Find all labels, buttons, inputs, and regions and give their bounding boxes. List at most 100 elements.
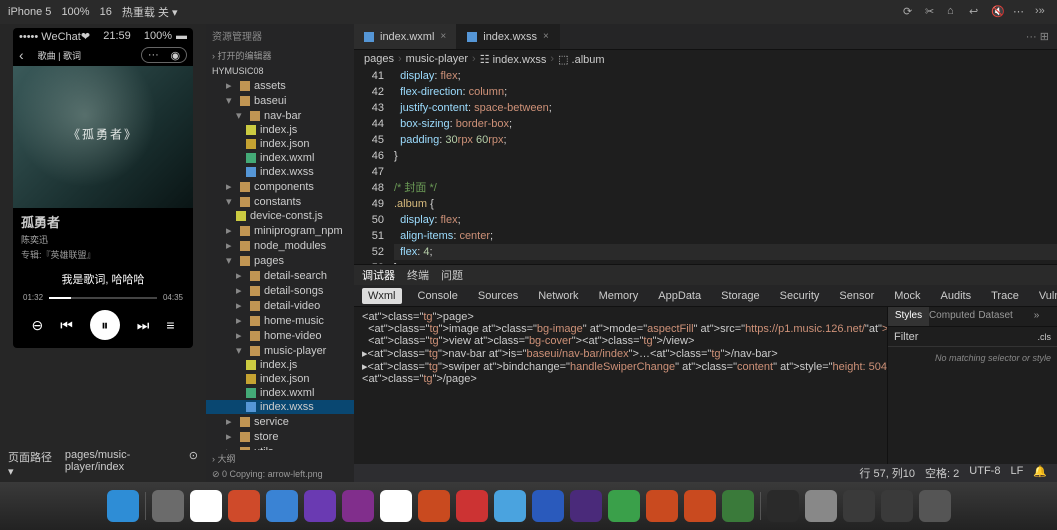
devtool-sub-tab[interactable]: 问题 bbox=[441, 267, 463, 283]
close-icon[interactable]: × bbox=[543, 31, 549, 42]
dock-app[interactable] bbox=[266, 490, 298, 522]
mute-icon[interactable]: 🔇 bbox=[991, 5, 1005, 19]
encoding-label[interactable]: UTF-8 bbox=[969, 465, 1000, 481]
dock-app[interactable] bbox=[767, 490, 799, 522]
next-icon[interactable]: ⏭ bbox=[137, 317, 150, 334]
tree-item[interactable]: ▾baseui bbox=[206, 93, 354, 108]
progress-bar[interactable]: 01:32 04:35 bbox=[13, 293, 193, 302]
devtool-tab[interactable]: Wxml bbox=[362, 288, 402, 304]
shuffle-icon[interactable]: ⊖ bbox=[31, 317, 43, 334]
devtool-tab[interactable]: Sources bbox=[474, 288, 522, 304]
breadcrumb[interactable]: pages›music-player›☷ index.wxss›⬚ .album bbox=[354, 50, 1057, 68]
tree-item[interactable]: index.wxml bbox=[206, 151, 354, 165]
tree-item[interactable]: index.wxml bbox=[206, 386, 354, 400]
editor-tab[interactable]: index.wxss× bbox=[457, 24, 560, 49]
tree-item[interactable]: ▸detail-video bbox=[206, 298, 354, 313]
eol-label[interactable]: LF bbox=[1010, 465, 1023, 481]
tree-item[interactable]: index.json bbox=[206, 137, 354, 151]
dock-app[interactable] bbox=[228, 490, 260, 522]
playlist-icon[interactable]: ≡ bbox=[166, 317, 174, 333]
styles-subtab[interactable]: Computed bbox=[929, 307, 975, 326]
cls-toggle[interactable]: .cls bbox=[1038, 332, 1052, 342]
dock-app[interactable] bbox=[190, 490, 222, 522]
progress-track[interactable] bbox=[49, 297, 157, 299]
dock-app[interactable] bbox=[107, 490, 139, 522]
close-icon[interactable]: × bbox=[440, 31, 446, 42]
dock-app[interactable] bbox=[805, 490, 837, 522]
dock-app[interactable] bbox=[494, 490, 526, 522]
cursor-pos[interactable]: 行 57, 列10 bbox=[859, 465, 915, 481]
tree-item[interactable]: ▾constants bbox=[206, 194, 354, 209]
dock-app[interactable] bbox=[684, 490, 716, 522]
tree-item[interactable]: ▸store bbox=[206, 429, 354, 444]
dock-app[interactable] bbox=[418, 490, 450, 522]
home-icon[interactable]: ⌂ bbox=[947, 5, 961, 19]
devtool-tab[interactable]: Mock bbox=[890, 288, 924, 304]
open-editors-section[interactable]: › 打开的编辑器 bbox=[206, 47, 354, 64]
tree-item[interactable]: ▸components bbox=[206, 179, 354, 194]
tree-item[interactable]: index.json bbox=[206, 372, 354, 386]
indent-label[interactable]: 空格: 2 bbox=[925, 465, 959, 481]
tree-item[interactable]: ▾nav-bar bbox=[206, 108, 354, 123]
wxml-dom-tree[interactable]: <at">class="tg">page> <at">class="tg">im… bbox=[354, 307, 887, 464]
dock-app[interactable] bbox=[919, 490, 951, 522]
tree-item[interactable]: ▾pages bbox=[206, 253, 354, 268]
dropdown-icon[interactable]: 热重载 关 ▾ bbox=[122, 4, 178, 20]
devtool-tab[interactable]: Vulnerability bbox=[1035, 288, 1057, 304]
tree-item[interactable]: index.js bbox=[206, 358, 354, 372]
devtool-tab[interactable]: AppData bbox=[654, 288, 705, 304]
dock-app[interactable] bbox=[380, 490, 412, 522]
devtool-sub-tab[interactable]: 终端 bbox=[407, 267, 429, 283]
device-label[interactable]: iPhone 5 bbox=[8, 6, 51, 18]
dock-app[interactable] bbox=[532, 490, 564, 522]
nav-pill[interactable]: 歌曲 | 歌词 bbox=[30, 48, 89, 63]
dock-app[interactable] bbox=[646, 490, 678, 522]
devtool-tab[interactable]: Memory bbox=[595, 288, 643, 304]
styles-subtab[interactable]: Dataset bbox=[975, 307, 1016, 326]
project-root[interactable]: HYMUSIC08 bbox=[206, 64, 354, 78]
devtool-tab[interactable]: Audits bbox=[937, 288, 976, 304]
tree-item[interactable]: index.wxss bbox=[206, 400, 354, 414]
tree-item[interactable]: ▸detail-songs bbox=[206, 283, 354, 298]
tree-item[interactable]: device-const.js bbox=[206, 209, 354, 223]
tree-item[interactable]: ▸service bbox=[206, 414, 354, 429]
dock-app[interactable] bbox=[722, 490, 754, 522]
zoom-label[interactable]: 100% bbox=[61, 6, 89, 18]
styles-filter[interactable]: Filter .cls bbox=[888, 327, 1057, 347]
bell-icon[interactable]: 🔔 bbox=[1033, 465, 1047, 481]
code-editor[interactable]: 4142434445464748495051525354 display: fl… bbox=[354, 68, 1057, 264]
styles-subtab[interactable]: Styles bbox=[888, 307, 929, 326]
prev-icon[interactable]: ⏮ bbox=[60, 317, 73, 334]
devtool-tab[interactable]: Security bbox=[776, 288, 824, 304]
devtool-sub-tab[interactable]: 调试器 bbox=[362, 267, 395, 283]
tree-item[interactable]: index.js bbox=[206, 123, 354, 137]
devtool-tab[interactable]: Storage bbox=[717, 288, 764, 304]
cut-icon[interactable]: ✂ bbox=[925, 5, 939, 19]
devtool-tab[interactable]: Sensor bbox=[835, 288, 878, 304]
dock-app[interactable] bbox=[881, 490, 913, 522]
capsule-button[interactable]: ···◉ bbox=[141, 47, 187, 63]
rotate-icon[interactable]: ⟳ bbox=[903, 5, 917, 19]
tree-item[interactable]: ▾music-player bbox=[206, 343, 354, 358]
devtool-tab[interactable]: Console bbox=[414, 288, 462, 304]
more-icon[interactable]: ⋯ bbox=[1013, 5, 1027, 19]
play-button[interactable]: ⏸ bbox=[90, 310, 120, 340]
tree-item[interactable]: ▸assets bbox=[206, 78, 354, 93]
tree-item[interactable]: ▸home-video bbox=[206, 328, 354, 343]
devtool-tab[interactable]: Network bbox=[534, 288, 582, 304]
dock-app[interactable] bbox=[843, 490, 875, 522]
code-body[interactable]: display: flex; flex-direction: column; j… bbox=[394, 68, 1057, 264]
dock-app[interactable] bbox=[608, 490, 640, 522]
dock-app[interactable] bbox=[570, 490, 602, 522]
tree-item[interactable]: ▸node_modules bbox=[206, 238, 354, 253]
dock-app[interactable] bbox=[304, 490, 336, 522]
dock-app[interactable] bbox=[342, 490, 374, 522]
editor-tab[interactable]: index.wxml× bbox=[354, 24, 457, 49]
tree-item[interactable]: index.wxss bbox=[206, 165, 354, 179]
devtool-tab[interactable]: Trace bbox=[987, 288, 1023, 304]
outline-section[interactable]: › 大纲 bbox=[206, 450, 354, 467]
tree-item[interactable]: ▸detail-search bbox=[206, 268, 354, 283]
dock-app[interactable] bbox=[456, 490, 488, 522]
back-icon[interactable]: ↩ bbox=[969, 5, 983, 19]
tree-item[interactable]: ▸miniprogram_npm bbox=[206, 223, 354, 238]
